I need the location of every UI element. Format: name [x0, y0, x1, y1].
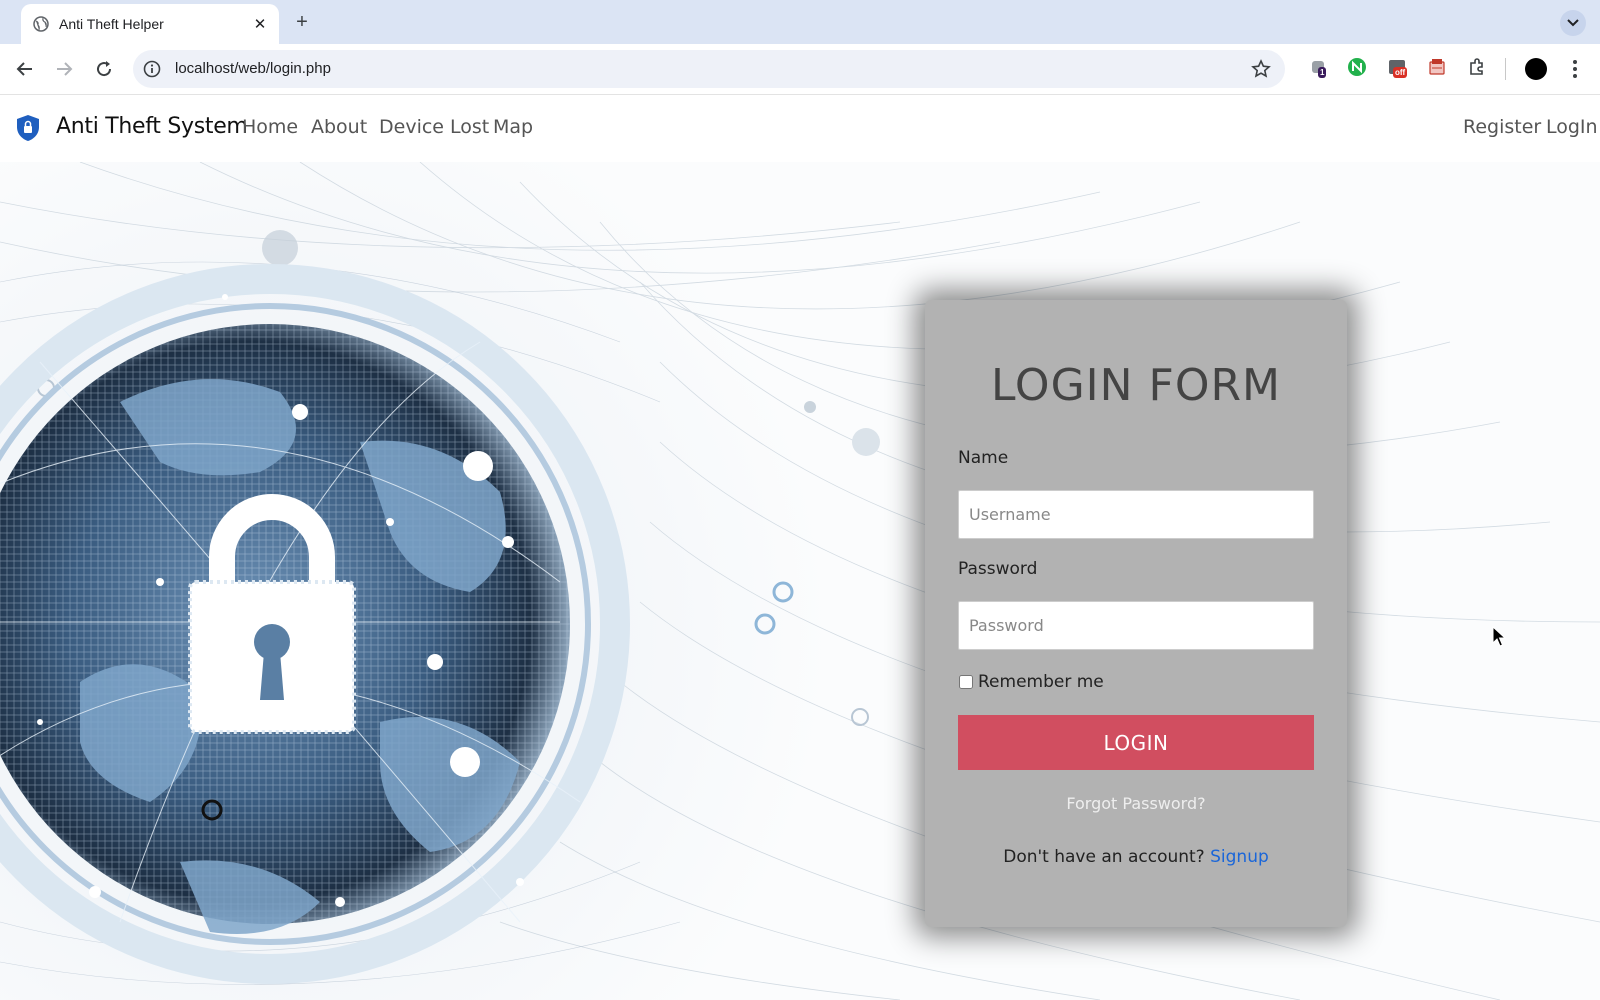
cyber-security-globe-illustration: [0, 162, 1600, 1000]
nav-link-home[interactable]: Home: [242, 116, 298, 138]
tab-search-button[interactable]: [1560, 10, 1586, 36]
browser-tabbar: Anti Theft Helper ✕ +: [0, 0, 1600, 44]
url-text: localhost/web/login.php: [175, 60, 331, 77]
remember-me-label[interactable]: Remember me: [978, 672, 1104, 692]
site-info-icon[interactable]: [143, 60, 161, 78]
chevron-down-icon: [1567, 19, 1579, 27]
browser-toolbar: localhost/web/login.php 1 off: [0, 44, 1600, 95]
more-menu-icon[interactable]: [1565, 58, 1585, 80]
nav-link-device-lost[interactable]: Device Lost: [379, 116, 489, 138]
forgot-password-link[interactable]: Forgot Password?: [925, 794, 1347, 813]
arrow-left-icon: [16, 62, 32, 76]
login-form-title: LOGIN FORM: [990, 360, 1282, 411]
mouse-cursor-icon: [1492, 626, 1506, 647]
login-card: LOGIN FORM Name Password Remember me LOG…: [925, 300, 1347, 927]
brand-name[interactable]: Anti Theft System: [56, 114, 248, 139]
browser-tab[interactable]: Anti Theft Helper ✕: [21, 4, 279, 44]
nav-link-login[interactable]: LogIn: [1546, 116, 1598, 138]
extensions-puzzle-icon[interactable]: [1467, 57, 1491, 81]
extension-off-badge: off: [1393, 67, 1408, 78]
site-navbar: Anti Theft System Home About Device Lost…: [0, 96, 1600, 162]
signup-link[interactable]: Signup: [1210, 847, 1269, 867]
profile-avatar[interactable]: [1525, 58, 1547, 80]
nav-link-register[interactable]: Register: [1463, 116, 1541, 138]
bookmark-star-icon[interactable]: [1251, 59, 1271, 79]
extension-green-icon[interactable]: [1347, 57, 1371, 81]
tab-title: Anti Theft Helper: [59, 16, 164, 32]
username-input[interactable]: [958, 490, 1314, 539]
tab-close-icon[interactable]: ✕: [249, 13, 271, 35]
remember-me-row: Remember me: [958, 672, 1104, 692]
reload-button[interactable]: [90, 55, 118, 83]
reload-icon: [97, 61, 112, 77]
arrow-right-icon: [57, 62, 73, 76]
shield-lock-icon[interactable]: [16, 114, 40, 142]
login-button[interactable]: LOGIN: [958, 715, 1314, 770]
extension-badge-1-icon[interactable]: 1: [1308, 57, 1332, 81]
toolbar-divider: [1505, 58, 1506, 80]
name-label: Name: [958, 448, 1009, 468]
extension-off-icon[interactable]: off: [1387, 57, 1411, 81]
extension-red-icon[interactable]: [1427, 57, 1451, 81]
password-input[interactable]: [958, 601, 1314, 650]
back-button[interactable]: [11, 55, 39, 83]
password-label: Password: [958, 559, 1038, 579]
no-account-text: Don't have an account?: [1003, 847, 1205, 867]
globe-icon: [33, 16, 49, 32]
nav-link-map[interactable]: Map: [493, 116, 533, 138]
extension-badge-count: 1: [1318, 67, 1327, 78]
hero-background: [0, 162, 1600, 1000]
remember-me-checkbox[interactable]: [959, 675, 973, 689]
nav-link-about[interactable]: About: [311, 116, 367, 138]
signup-row: Don't have an account? Signup: [925, 847, 1347, 867]
forward-button[interactable]: [50, 55, 78, 83]
new-tab-button[interactable]: +: [290, 10, 314, 34]
address-bar[interactable]: localhost/web/login.php: [133, 50, 1285, 88]
